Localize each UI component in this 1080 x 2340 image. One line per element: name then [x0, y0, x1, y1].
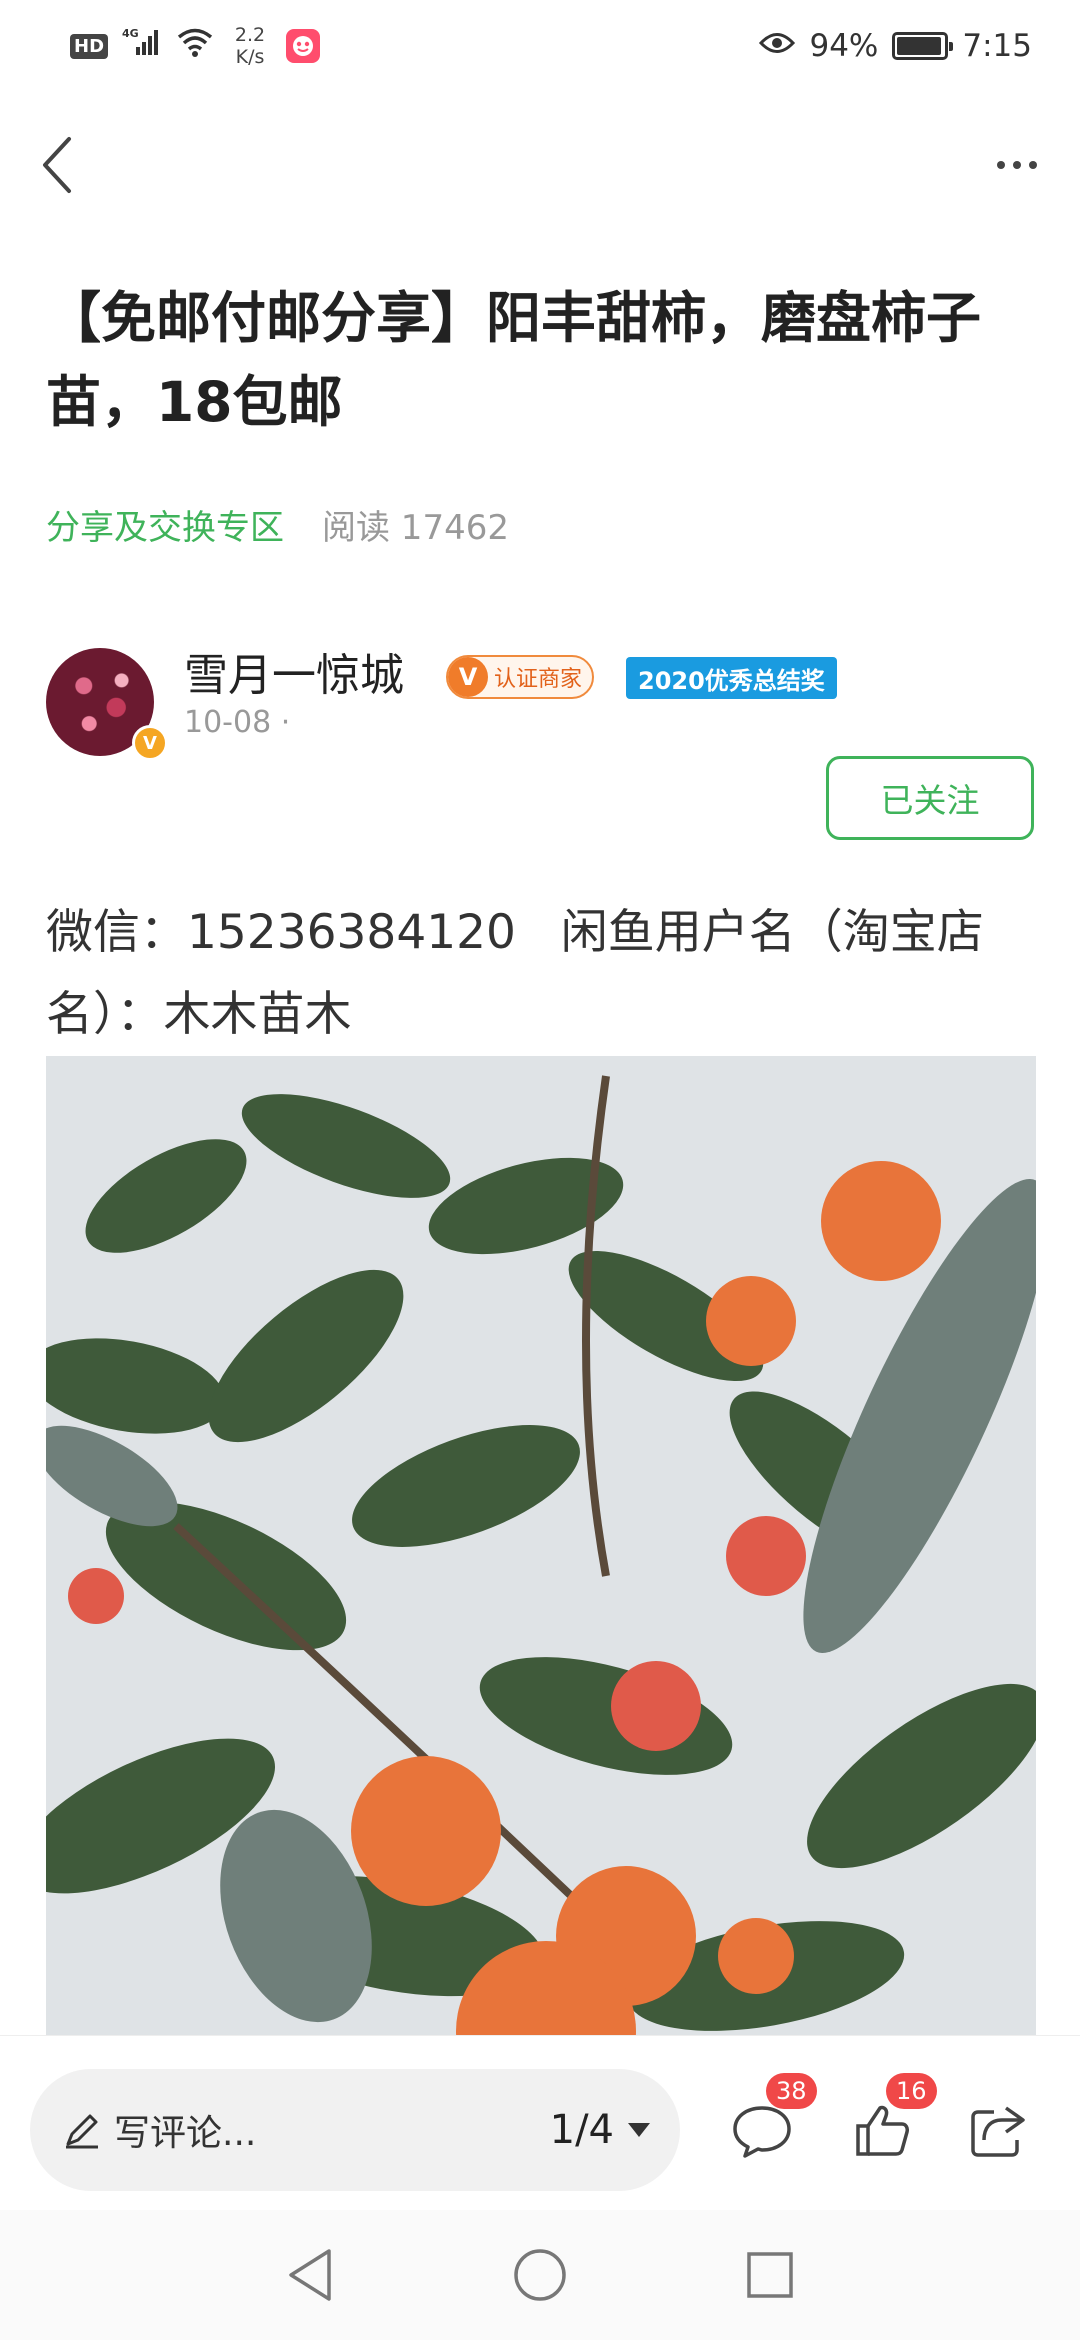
post-date: 10-08 ·: [184, 705, 291, 740]
follow-button[interactable]: 已关注: [826, 756, 1034, 840]
more-dots-icon: [997, 161, 1005, 169]
top-nav: [0, 110, 1080, 220]
post-meta: 分享及交换专区 阅读 17462: [46, 500, 509, 549]
author-row: V 雪月一惊城 V 认证商家 2020优秀总结奖 10-08 ·: [46, 645, 1036, 765]
award-badge: 2020优秀总结奖: [626, 657, 837, 699]
verified-badge-icon: V: [132, 725, 168, 761]
battery-percent: 94%: [809, 28, 879, 64]
signal-icon: 4G: [122, 27, 162, 65]
share-icon: [971, 2106, 1025, 2157]
read-count: 阅读 17462: [322, 508, 509, 548]
comment-placeholder: 写评论...: [114, 2113, 257, 2154]
merchant-v-icon: V: [448, 657, 488, 697]
status-bar: HD 4G 2.2 K/s 94% 7:15: [0, 0, 1080, 92]
chevron-left-icon: [43, 137, 71, 193]
comment-bubble-icon: [733, 2106, 791, 2158]
merchant-badge: V 认证商家: [446, 655, 595, 699]
circle-home-icon: [514, 2249, 566, 2301]
thumbs-up-icon: [856, 2105, 909, 2156]
wifi-icon: [176, 27, 214, 65]
page-indicator[interactable]: 1/4: [550, 2107, 614, 2153]
post-image[interactable]: [46, 1056, 1036, 2036]
like-count-badge: 16: [886, 2073, 937, 2109]
square-recents-icon: [747, 2252, 793, 2298]
system-back-button[interactable]: [270, 2235, 350, 2315]
comment-count-badge: 38: [766, 2073, 817, 2109]
comment-button[interactable]: 38: [722, 2073, 817, 2171]
persimmon-tree-photo: [46, 1056, 1036, 2036]
pencil-icon: [66, 2114, 98, 2149]
author-name[interactable]: 雪月一惊城: [184, 645, 404, 707]
system-home-button[interactable]: [500, 2235, 580, 2315]
post-title: 【免邮付邮分享】阳丰甜柿，磨盘柿子苗，18包邮: [46, 286, 982, 434]
system-navigation-bar: [0, 2210, 1080, 2340]
status-bar-right: 94% 7:15: [759, 28, 1032, 64]
network-type: 4G: [122, 27, 139, 40]
app-notification-icon: [286, 29, 321, 63]
like-button[interactable]: 16: [842, 2073, 937, 2171]
system-recents-button[interactable]: [730, 2235, 810, 2315]
merchant-label: 认证商家: [494, 667, 583, 692]
category-link[interactable]: 分享及交换专区: [46, 500, 284, 549]
status-bar-left: HD 4G 2.2 K/s: [70, 24, 321, 68]
eye-icon: [759, 28, 796, 64]
triangle-back-icon: [289, 2249, 331, 2301]
battery-icon: [892, 32, 954, 60]
post-body-text: 微信：15236384120 闲鱼用户名（淘宝店名）：木木苗木: [46, 905, 984, 1042]
share-button[interactable]: [958, 2091, 1038, 2171]
hd-indicator: HD: [70, 33, 109, 59]
clock: 7:15: [962, 28, 1032, 64]
triangle-down-icon[interactable]: [626, 2121, 652, 2139]
network-speed: 2.2 K/s: [234, 24, 266, 68]
more-options-button[interactable]: [982, 130, 1052, 200]
comment-input[interactable]: 写评论... 1/4: [30, 2069, 680, 2191]
back-button[interactable]: [22, 130, 92, 200]
